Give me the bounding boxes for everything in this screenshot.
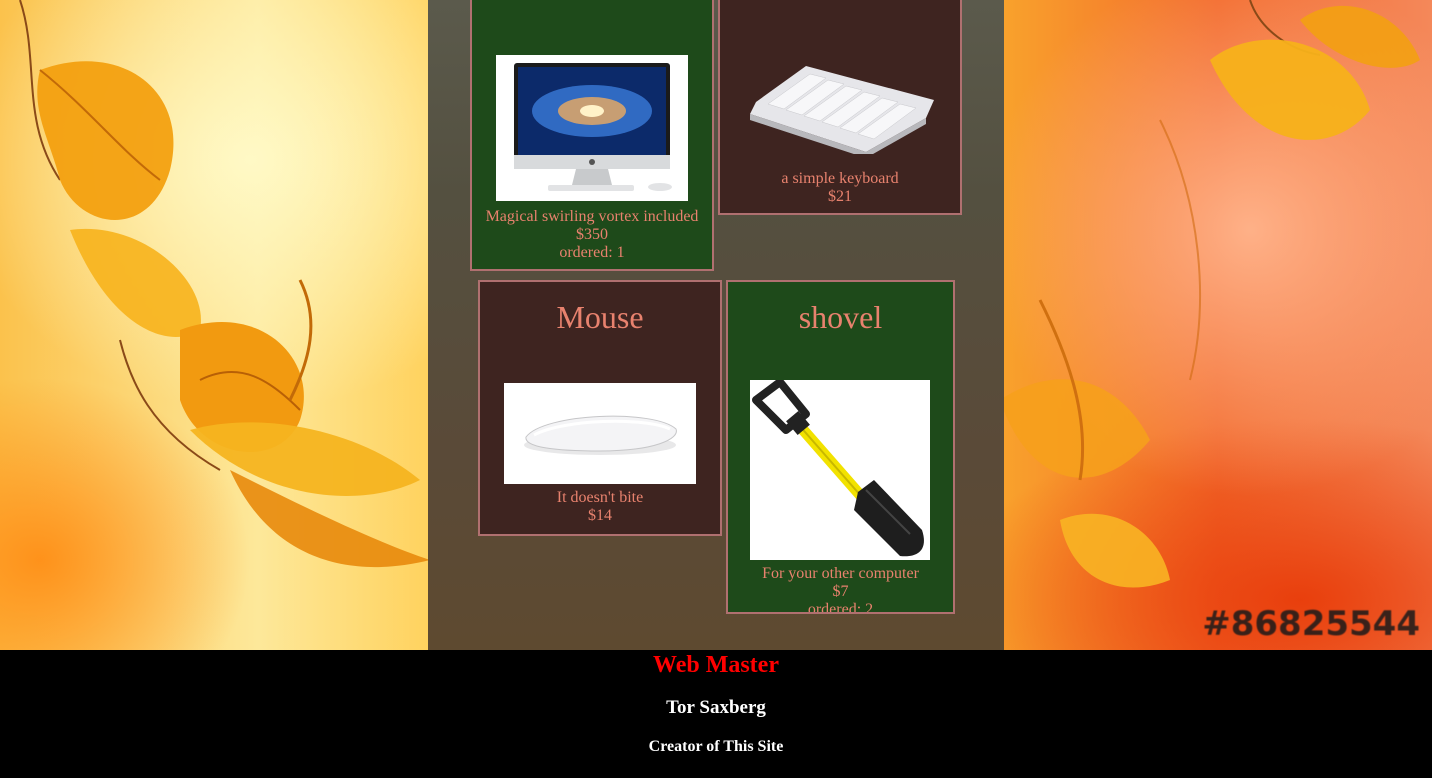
product-card-shovel[interactable]: shovel For your other computer $7 ordere… — [726, 280, 955, 614]
keyboard-image — [746, 62, 936, 158]
product-card-computer[interactable]: Magical swirling vortex included $350 or… — [470, 0, 714, 271]
product-description: For your other computer — [762, 565, 919, 582]
product-price: $14 — [588, 507, 612, 524]
product-card-mouse[interactable]: Mouse It doesn't bite $14 — [478, 280, 722, 536]
product-title: Mouse — [556, 299, 644, 335]
product-card-keyboard[interactable]: a simple keyboard $21 — [718, 0, 962, 215]
product-price: $21 — [828, 188, 852, 205]
product-description: It doesn't bite — [556, 489, 644, 506]
product-description: Magical swirling vortex included — [485, 208, 699, 225]
footer: Web Master Tor Saxberg Creator of This S… — [0, 650, 1432, 778]
imac-image — [496, 55, 688, 201]
product-description: a simple keyboard — [781, 170, 899, 187]
footer-title: Web Master — [653, 652, 779, 678]
product-ordered-count: ordered: 1 — [559, 244, 625, 261]
footer-author-name: Tor Saxberg — [666, 697, 766, 718]
product-ordered-count: ordered: 2 — [807, 601, 874, 614]
product-title: shovel — [798, 299, 883, 335]
product-price: $7 — [832, 583, 849, 600]
shovel-image — [750, 378, 930, 560]
product-column: Magical swirling vortex included $350 or… — [428, 0, 1004, 650]
watermark-text: #86825544 — [1202, 604, 1420, 644]
footer-author-role: Creator of This Site — [648, 738, 784, 755]
mouse-image — [504, 383, 696, 484]
product-price: $350 — [576, 226, 608, 243]
